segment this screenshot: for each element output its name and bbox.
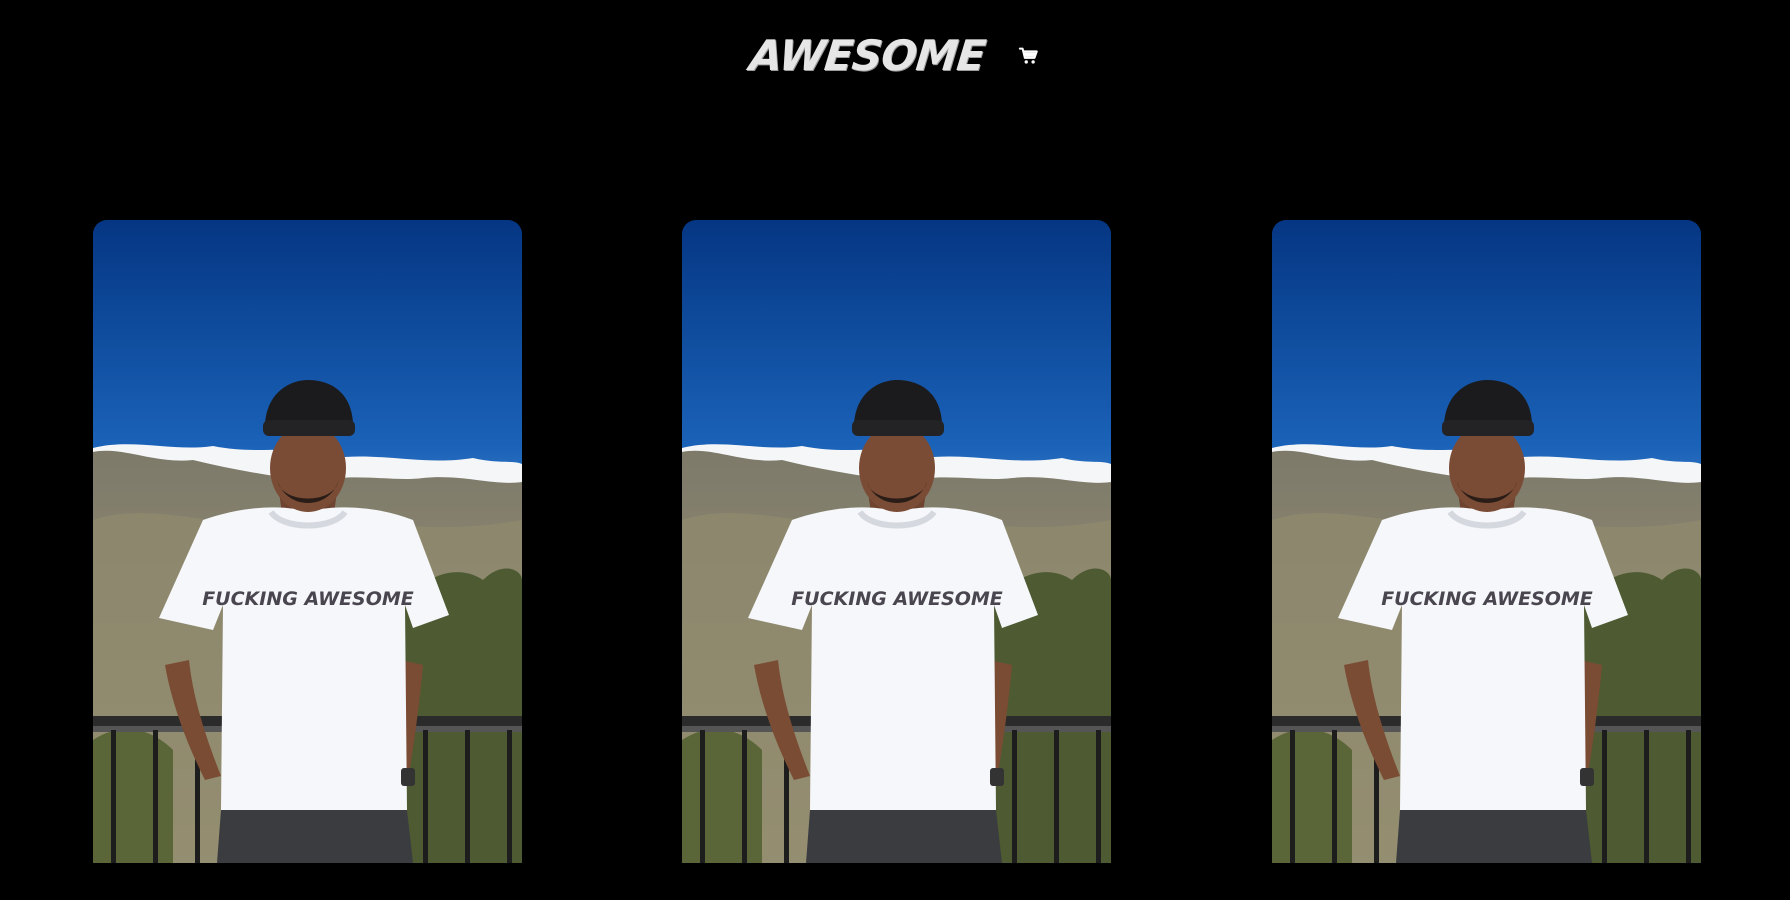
- shopping-cart-icon[interactable]: [1018, 45, 1040, 67]
- product-photo: FUCKING AWESOME: [1272, 220, 1701, 863]
- product-card[interactable]: FUCKING AWESOME: [93, 220, 522, 863]
- product-card[interactable]: FUCKING AWESOME: [682, 220, 1111, 863]
- brand-logo[interactable]: AWESOME: [747, 31, 987, 80]
- product-photo: FUCKING AWESOME: [682, 220, 1111, 863]
- shirt-print: FUCKING AWESOME: [202, 588, 414, 610]
- shirt-print: FUCKING AWESOME: [791, 588, 1003, 610]
- product-photo: FUCKING AWESOME: [93, 220, 522, 863]
- shirt-print: FUCKING AWESOME: [1381, 588, 1593, 610]
- site-header: AWESOME: [0, 0, 1790, 110]
- product-card[interactable]: FUCKING AWESOME: [1272, 220, 1701, 863]
- page: AWESOME FUCKING AWESOME FUCKING AWESOME …: [0, 0, 1790, 900]
